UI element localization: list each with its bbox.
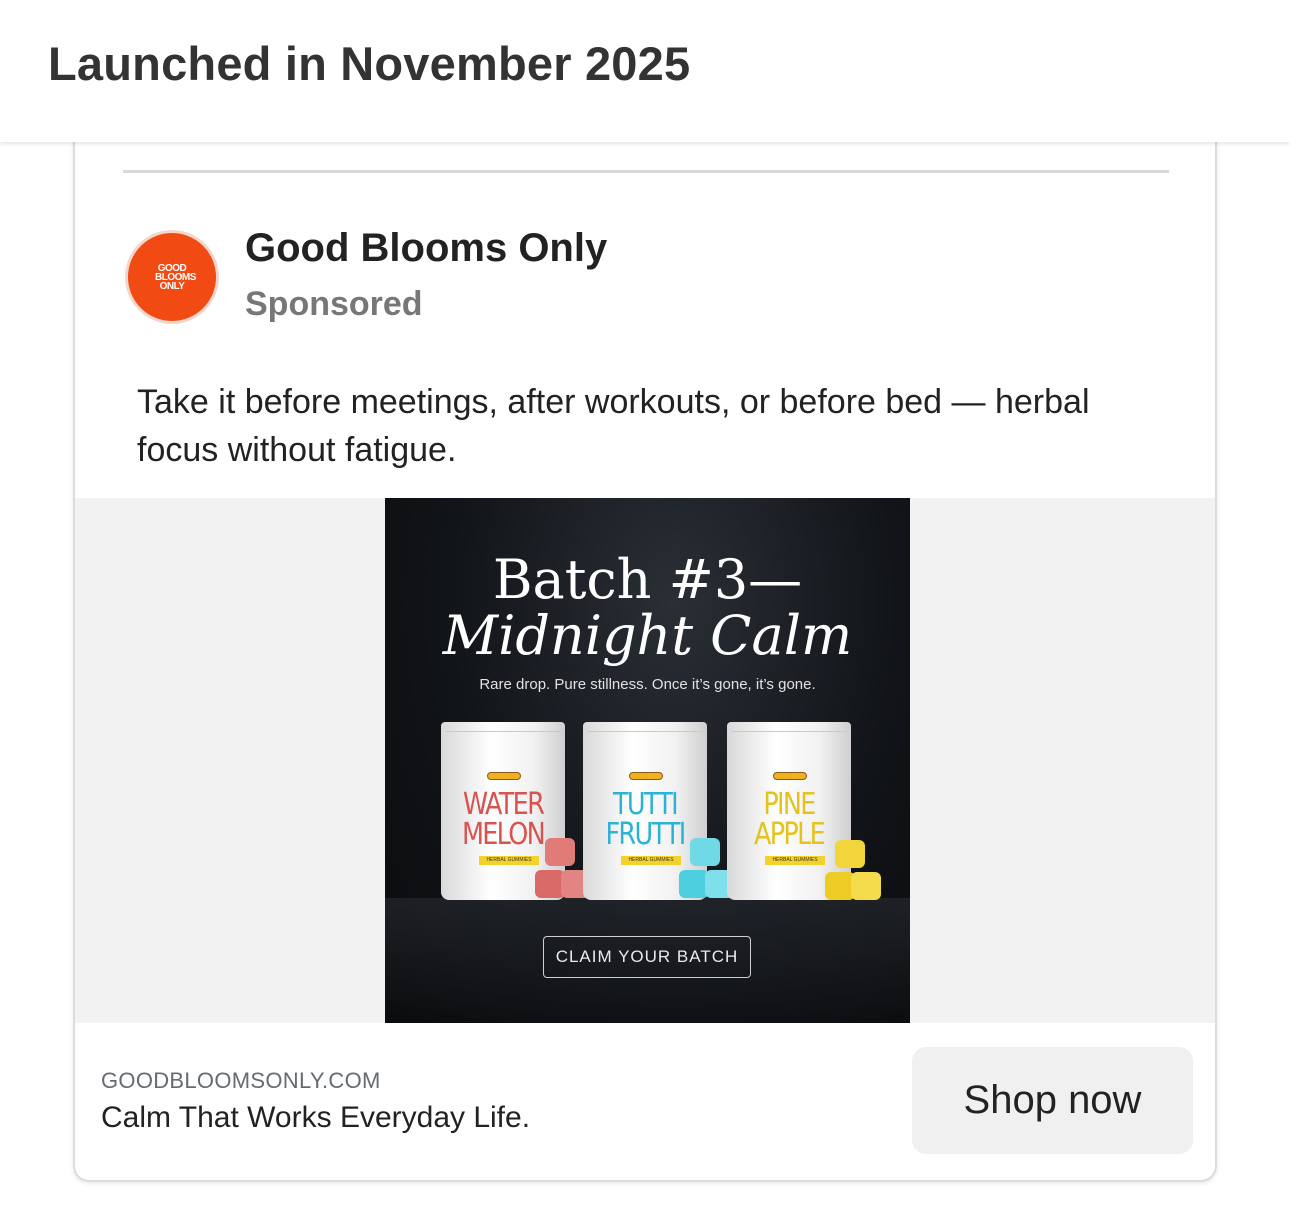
pouch-flavor: PINE APPLE [736, 790, 841, 850]
pineapple-gummy [835, 840, 865, 868]
ad-headline[interactable]: Calm That Works Everyday Life. [101, 1101, 530, 1135]
pouch-label-strip: HERBAL GUMMIES [479, 856, 539, 865]
flavor-line2: APPLE [753, 817, 826, 852]
pouch-logo-badge [773, 772, 807, 780]
flavor-line1: TUTTI [613, 787, 679, 822]
pouch-label-strip: HERBAL GUMMIES [621, 856, 681, 865]
ad-domain[interactable]: GOODBLOOMSONLY.COM [101, 1068, 381, 1094]
flavor-line2: FRUTTI [605, 817, 686, 852]
creative-headline-line2: Midnight Calm [442, 604, 853, 667]
pouch-flavor: WATER MELON [450, 790, 555, 850]
claim-batch-cta: CLAIM YOUR BATCH [543, 936, 751, 978]
page-title: Launched in November 2025 [48, 37, 691, 90]
pouch-seal [587, 726, 703, 732]
ad-caption: Take it before meetings, after workouts,… [137, 383, 1090, 469]
top-bar: Launched in November 2025 [0, 0, 1290, 142]
pouch-seal [445, 726, 561, 732]
pineapple-gummy [851, 872, 881, 900]
pouch-label-strip: HERBAL GUMMIES [765, 856, 825, 865]
brand-logo: GOOD BLOOMS ONLY [155, 262, 196, 292]
shop-now-button[interactable]: Shop now [912, 1047, 1193, 1154]
brand-avatar[interactable]: GOOD BLOOMS ONLY [125, 230, 219, 324]
tutti-frutti-gummy [690, 838, 720, 866]
pouch-flavor: TUTTI FRUTTI [592, 790, 697, 850]
pouch-logo-badge [487, 772, 521, 780]
divider [123, 170, 1169, 173]
pouch-logo-badge [629, 772, 663, 780]
creative-headline-line1: Batch #3— [492, 548, 803, 611]
creative-subline: Rare drop. Pure stillness. Once it’s gon… [479, 676, 816, 693]
ad-media[interactable]: Batch #3— Midnight Calm Rare drop. Pure … [75, 498, 1215, 1023]
sponsored-ad-card[interactable]: GOOD BLOOMS ONLY Good Blooms Only Sponso… [73, 120, 1217, 1182]
sponsored-label: Sponsored [245, 285, 423, 323]
watermelon-gummy [545, 838, 575, 866]
flavor-line2: MELON [461, 817, 546, 852]
flavor-line1: PINE [763, 787, 816, 822]
flavor-line1: WATER [462, 787, 545, 822]
ad-creative-image[interactable]: Batch #3— Midnight Calm Rare drop. Pure … [385, 498, 910, 1023]
brand-name[interactable]: Good Blooms Only [245, 226, 607, 271]
pouch-seal [731, 726, 847, 732]
